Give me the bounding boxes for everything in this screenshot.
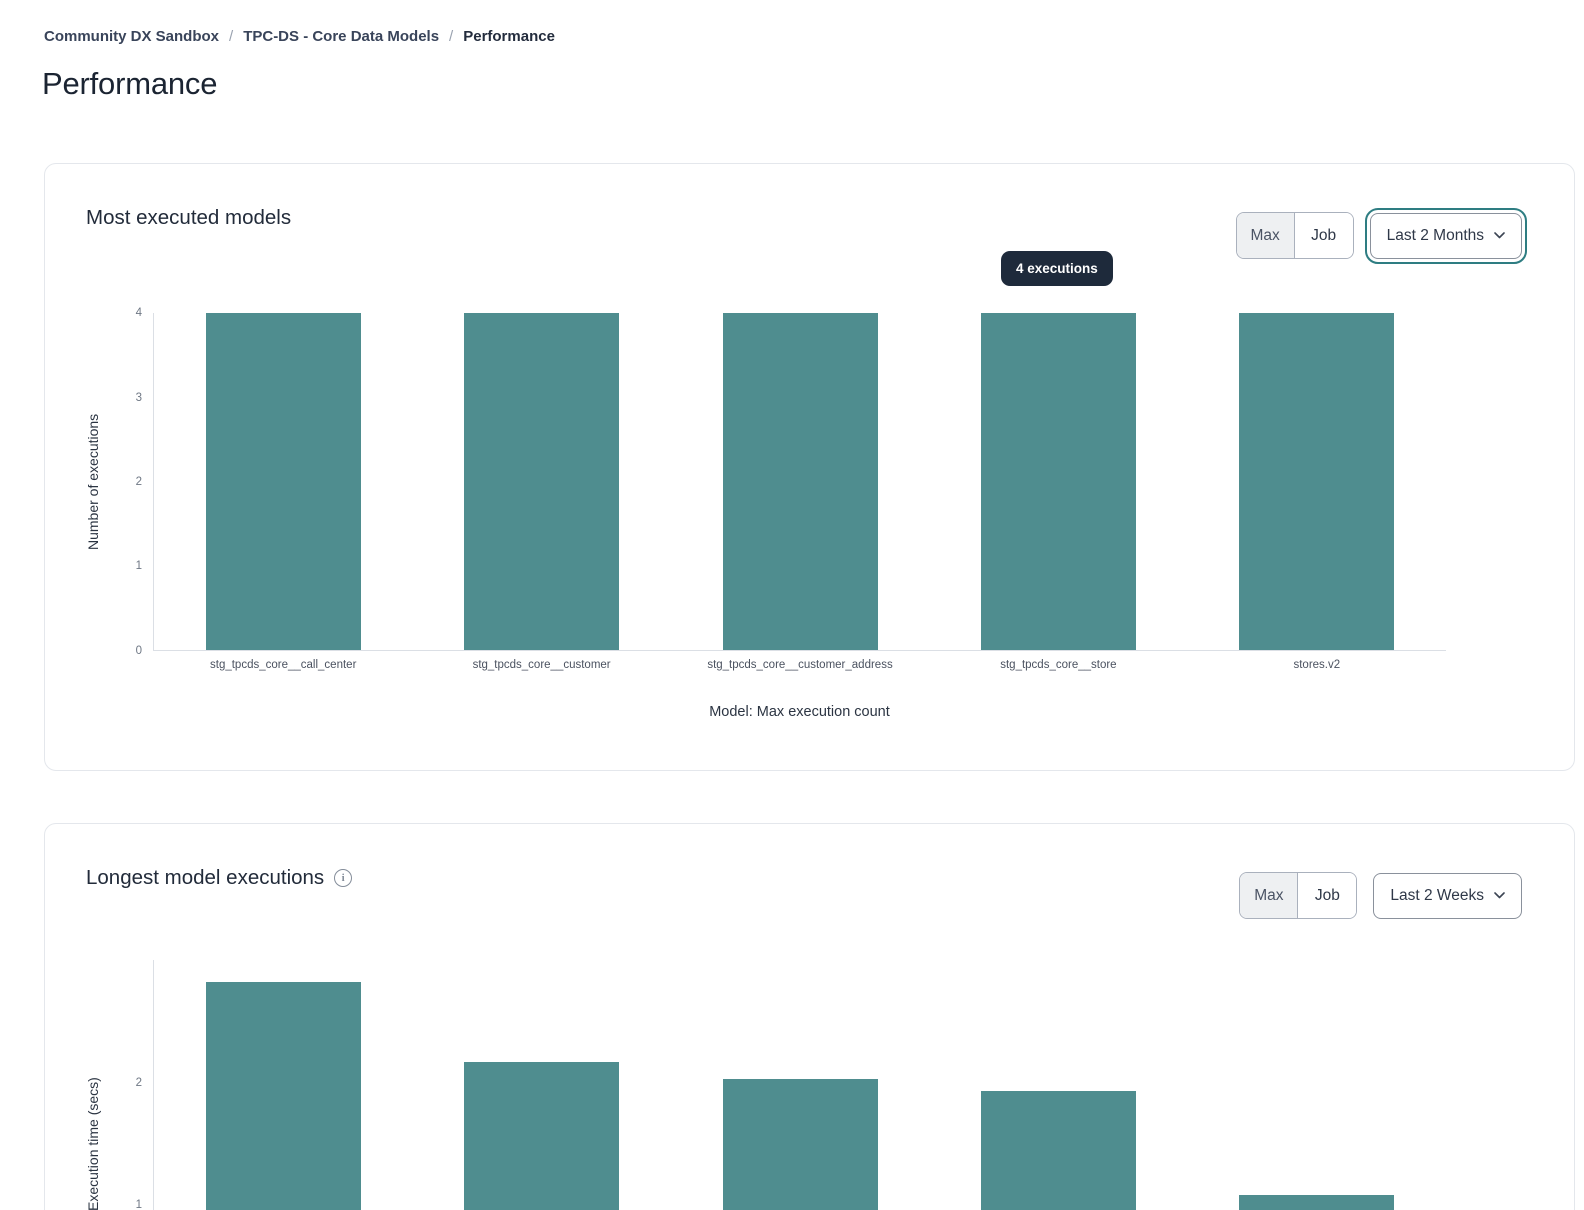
chevron-down-icon: [1494, 232, 1505, 239]
bar-band: [671, 960, 929, 1210]
bar[interactable]: [1239, 1195, 1394, 1210]
breadcrumb: Community DX Sandbox / TPC-DS - Core Dat…: [44, 28, 555, 45]
chevron-down-icon: [1494, 892, 1505, 899]
chart-controls: Max Job Last 2 Months: [1236, 212, 1522, 259]
y-axis-title: Number of executions: [85, 313, 105, 651]
x-axis-category: stg_tpcds_core__call_center: [154, 659, 412, 671]
plot-area: 4 3 2 1 0 stg_tpcds_core__call_center st…: [153, 313, 1446, 651]
chart-controls: Max Job Last 2 Weeks: [1239, 872, 1522, 919]
x-axis-category: stores.v2: [1188, 659, 1446, 671]
job-toggle-button[interactable]: Job: [1298, 873, 1356, 918]
bar-band: [154, 313, 412, 650]
y-axis-title: Execution time (secs): [85, 960, 105, 1210]
x-axis-title: Model: Max execution count: [153, 704, 1446, 720]
info-circle-icon[interactable]: i: [334, 869, 352, 887]
bar[interactable]: [723, 313, 878, 650]
x-axis-labels: stg_tpcds_core__call_center stg_tpcds_co…: [154, 650, 1446, 671]
y-axis-tick: 3: [112, 390, 142, 406]
chart-tooltip: 4 executions: [1001, 251, 1113, 286]
page-title: Performance: [42, 66, 217, 102]
bar[interactable]: [981, 313, 1136, 650]
max-toggle-button[interactable]: Max: [1237, 213, 1295, 258]
max-job-toggle: Max Job: [1236, 212, 1354, 259]
max-toggle-button[interactable]: Max: [1240, 873, 1298, 918]
timeframe-dropdown[interactable]: Last 2 Weeks: [1373, 873, 1522, 919]
timeframe-dropdown-value: Last 2 Months: [1387, 227, 1484, 245]
bar-band: [1188, 313, 1446, 650]
bar[interactable]: [464, 1062, 619, 1210]
timeframe-dropdown[interactable]: Last 2 Months: [1370, 213, 1522, 259]
bar[interactable]: [206, 313, 361, 650]
bar-band: [929, 313, 1187, 650]
y-axis-tick: 1: [112, 1197, 142, 1210]
performance-page: Community DX Sandbox / TPC-DS - Core Dat…: [0, 0, 1584, 1210]
card-title-text: Most executed models: [86, 206, 291, 230]
breadcrumb-separator: /: [229, 28, 233, 45]
card-title: Longest model executions i: [86, 866, 352, 890]
bar-band: [929, 960, 1187, 1210]
bar[interactable]: [1239, 313, 1394, 650]
bar[interactable]: [723, 1079, 878, 1210]
card-title: Most executed models: [86, 206, 291, 230]
x-axis-category: stg_tpcds_core__customer_address: [671, 659, 929, 671]
breadcrumb-separator: /: [449, 28, 453, 45]
breadcrumb-item-project[interactable]: TPC-DS - Core Data Models: [243, 28, 439, 45]
longest-model-executions-card: Longest model executions i Max Job Last …: [44, 823, 1575, 1210]
max-job-toggle: Max Job: [1239, 872, 1357, 919]
x-axis-category: stg_tpcds_core__store: [929, 659, 1187, 671]
bar-band: [154, 960, 412, 1210]
bar-band: [1188, 960, 1446, 1210]
breadcrumb-item-account[interactable]: Community DX Sandbox: [44, 28, 219, 45]
y-axis-tick: 1: [112, 558, 142, 574]
y-axis-tick: 2: [112, 474, 142, 490]
timeframe-dropdown-value: Last 2 Weeks: [1390, 887, 1484, 905]
most-executed-models-card: Most executed models Max Job Last 2 Mont…: [44, 163, 1575, 771]
y-axis-tick: 0: [112, 643, 142, 659]
bar[interactable]: [206, 982, 361, 1210]
bar[interactable]: [981, 1091, 1136, 1210]
y-axis-tick: 2: [112, 1075, 142, 1091]
bar-band: [412, 960, 670, 1210]
plot-area: 2 1: [153, 960, 1446, 1210]
bar[interactable]: [464, 313, 619, 650]
bar-band: [412, 313, 670, 650]
card-title-text: Longest model executions: [86, 866, 324, 890]
breadcrumb-item-performance: Performance: [463, 28, 555, 45]
bar-band: [671, 313, 929, 650]
x-axis-category: stg_tpcds_core__customer: [412, 659, 670, 671]
job-toggle-button[interactable]: Job: [1295, 213, 1353, 258]
y-axis-tick: 4: [112, 305, 142, 321]
